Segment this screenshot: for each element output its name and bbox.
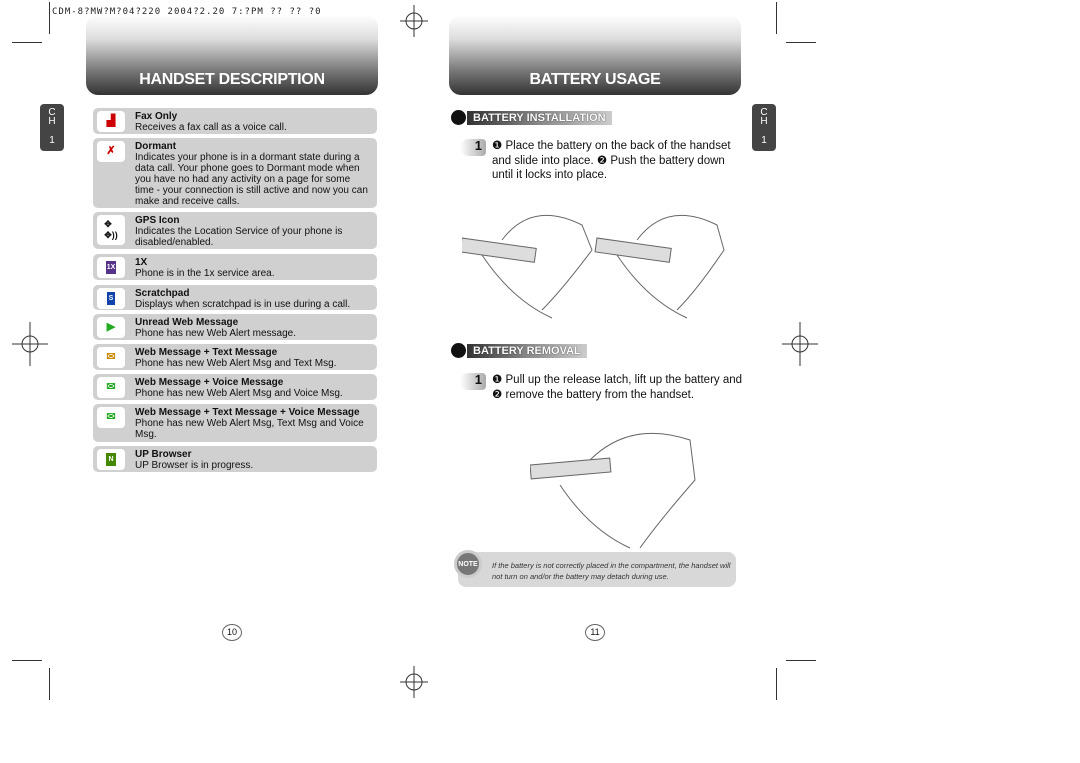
list-item: ▶ Unread Web Message Phone has new Web Ale… <box>93 314 377 340</box>
crop-mark <box>776 668 777 700</box>
list-item: ✥ ✥)) GPS Icon Indicates the Location Servi… <box>93 212 377 249</box>
page-title: HANDSET DESCRIPTION <box>86 15 378 95</box>
item-title: Scratchpad <box>135 288 190 299</box>
crop-mark <box>49 2 50 34</box>
step-text: ❶ Place the battery on the back of the h… <box>492 140 731 181</box>
crop-mark <box>786 660 816 661</box>
dormant-icon: ✗ <box>97 141 125 162</box>
web-voice-message-icon: ✉ <box>97 377 125 398</box>
list-item: ✉ Web Message + Voice Message Phone has ne… <box>93 374 377 400</box>
battery-installation-illustration <box>462 214 725 319</box>
removal-step: 1 ❶ Pull up the release latch, lift up th… <box>460 372 745 402</box>
item-desc: Displays when scratchpad is in use durin… <box>135 299 351 310</box>
list-item: S Scratchpad Displays when scratchpad is i… <box>93 285 377 310</box>
section-heading-removal: BATTERY REMOVAL <box>451 343 587 358</box>
page-number: 10 <box>222 624 242 641</box>
crop-mark <box>12 660 42 661</box>
bullet-icon <box>451 110 466 125</box>
item-title: 1X <box>135 257 148 268</box>
registration-mark <box>400 666 428 698</box>
chapter-tab: C H 1 <box>752 104 776 151</box>
chapter-letters: C H <box>760 107 768 127</box>
list-item: ✉ Web Message + Text Message + Voice Mess… <box>93 404 377 442</box>
item-desc: Phone has new Web Alert message. <box>135 328 297 339</box>
item-title: GPS Icon <box>135 215 180 226</box>
item-title: Web Message + Voice Message <box>135 377 284 388</box>
fax-icon: ▟ <box>97 111 125 132</box>
step-number: 1 <box>460 372 486 390</box>
note-icon: NOTE <box>454 550 482 578</box>
section-heading-installation: BATTERY INSTALLATION <box>451 110 612 125</box>
item-desc: Receives a fax call as a voice call. <box>135 122 287 133</box>
item-title: Unread Web Message <box>135 317 239 328</box>
item-title: Fax Only <box>135 111 178 122</box>
item-desc: Indicates your phone is in a dormant sta… <box>135 152 368 207</box>
note-box: NOTE If the battery is not correctly plac… <box>454 550 736 587</box>
web-message-flag-icon: ▶ <box>97 317 125 338</box>
section-title: BATTERY REMOVAL <box>467 343 587 358</box>
item-title: UP Browser <box>135 449 192 460</box>
item-desc: Phone has new Web Alert Msg and Voice Ms… <box>135 388 343 399</box>
crop-mark <box>12 42 42 43</box>
web-text-message-icon: ✉ <box>97 347 125 368</box>
note-text: If the battery is not correctly placed i… <box>492 561 731 581</box>
step-number: 1 <box>460 138 486 156</box>
list-item: 1X 1X Phone is in the 1x service area. <box>93 254 377 280</box>
registration-mark <box>400 5 428 37</box>
item-desc: Indicates the Location Service of your p… <box>135 226 343 248</box>
step-text: ❶ Pull up the release latch, lift up the… <box>492 374 743 401</box>
list-item: ✗ Dormant Indicates your phone is in a dor… <box>93 138 377 208</box>
crop-mark <box>776 2 777 34</box>
bullet-icon <box>451 343 466 358</box>
installation-step: 1 ❶ Place the battery on the back of the … <box>460 138 745 183</box>
item-desc: Phone has new Web Alert Msg, Text Msg an… <box>135 418 364 440</box>
chapter-number: 1 <box>49 135 55 146</box>
chapter-letters: C H <box>48 107 56 127</box>
page-number: 11 <box>585 624 605 641</box>
page-title: BATTERY USAGE <box>449 15 741 95</box>
section-title: BATTERY INSTALLATION <box>467 110 612 125</box>
1x-icon: 1X <box>97 257 125 278</box>
crop-mark <box>49 668 50 700</box>
up-browser-icon: N <box>97 449 125 470</box>
chapter-number: 1 <box>761 135 767 146</box>
web-text-voice-message-icon: ✉ <box>97 407 125 428</box>
gps-icon: ✥ ✥)) <box>97 215 125 245</box>
list-item: ▟ Fax Only Receives a fax call as a voice … <box>93 108 377 134</box>
registration-mark <box>782 322 818 366</box>
list-item: ✉ Web Message + Text Message Phone has new… <box>93 344 377 370</box>
battery-removal-illustration <box>530 432 696 549</box>
item-title: Web Message + Text Message + Voice Messa… <box>135 407 360 418</box>
registration-mark <box>12 322 48 366</box>
item-desc: UP Browser is in progress. <box>135 460 254 471</box>
item-title: Dormant <box>135 141 177 152</box>
scratchpad-icon: S <box>97 288 125 309</box>
list-item: N UP Browser UP Browser is in progress. <box>93 446 377 472</box>
item-title: Web Message + Text Message <box>135 347 278 358</box>
crop-mark <box>786 42 816 43</box>
item-desc: Phone is in the 1x service area. <box>135 268 275 279</box>
chapter-tab: C H 1 <box>40 104 64 151</box>
item-desc: Phone has new Web Alert Msg and Text Msg… <box>135 358 337 369</box>
